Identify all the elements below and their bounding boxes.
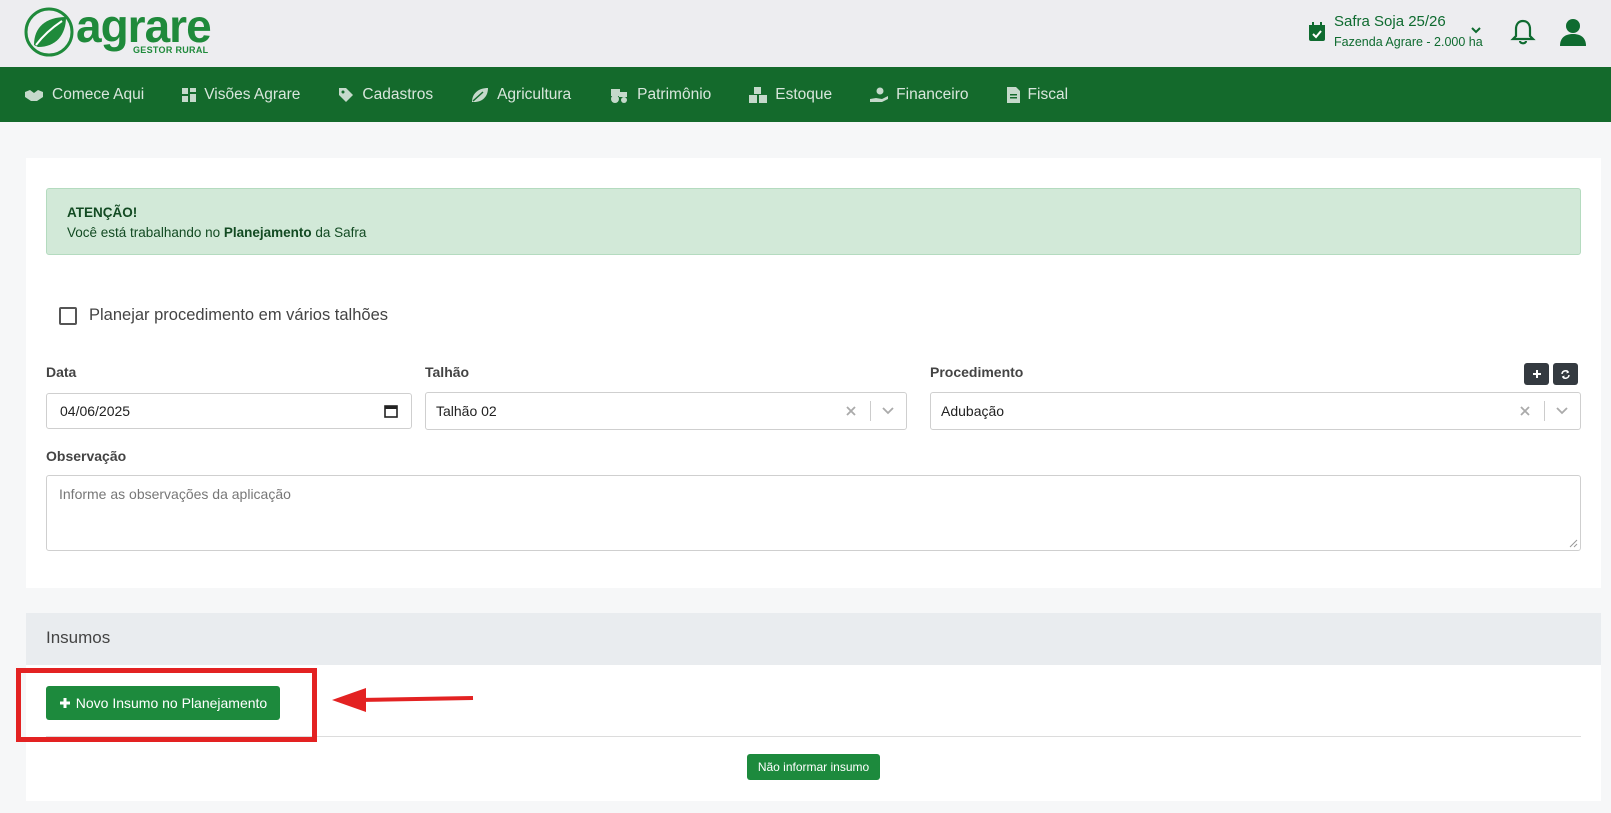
dashboard-grid-icon	[182, 87, 197, 102]
annotation-arrow-icon	[332, 688, 474, 712]
notes-placeholder: Informe as observações da aplicação	[59, 486, 291, 502]
nav-item-cadastros[interactable]: Cadastros	[338, 86, 433, 104]
chevron-down-icon[interactable]	[1555, 405, 1569, 417]
nav-label: Patrimônio	[637, 85, 712, 103]
calendar-check-icon	[1309, 22, 1325, 41]
nav-item-agricultura[interactable]: Agricultura	[471, 86, 571, 104]
nav-item-patrimonio[interactable]: Patrimônio	[609, 86, 711, 104]
tractor-icon	[611, 88, 628, 103]
notes-label: Observação	[46, 448, 127, 464]
nav-label: Fiscal	[1027, 85, 1069, 103]
nav-item-fiscal[interactable]: Fiscal	[1006, 85, 1069, 104]
date-label: Data	[46, 364, 77, 380]
top-header: agrare GESTOR RURAL Safra Soja 25/26 Faz…	[0, 0, 1611, 67]
nav-label: Financeiro	[896, 85, 969, 103]
skip-insumo-button[interactable]: Não informar insumo	[747, 754, 880, 780]
planning-form-card: ATENÇÃO! Você está trabalhando no Planej…	[26, 158, 1601, 588]
alert-text-pre: Você está trabalhando no	[67, 225, 224, 240]
plus-icon	[1532, 370, 1541, 378]
nav-label: Estoque	[775, 85, 833, 103]
chevron-down-icon[interactable]	[881, 405, 895, 417]
nav-item-comece-aqui[interactable]: Comece Aqui	[24, 86, 144, 104]
insumos-section-header: Insumos	[26, 613, 1601, 665]
add-procedure-button[interactable]	[1524, 363, 1549, 385]
nav-label: Comece Aqui	[52, 85, 145, 103]
tags-icon	[339, 87, 354, 102]
notes-textarea[interactable]: Informe as observações da aplicação	[46, 475, 1581, 551]
multi-plots-label: Planejar procedimento em vários talhões	[89, 306, 388, 324]
skip-insumo-label: Não informar insumo	[757, 760, 870, 774]
procedure-label: Procedimento	[930, 364, 1024, 380]
date-input[interactable]: 04/06/2025	[46, 393, 412, 429]
user-avatar-icon[interactable]	[1558, 17, 1588, 47]
safra-selector[interactable]: Safra Soja 25/26 Fazenda Agrare - 2.000 …	[1308, 12, 1488, 52]
agrare-logo[interactable]: agrare GESTOR RURAL	[24, 0, 226, 58]
logo-text: agrare GESTOR RURAL	[76, 0, 226, 57]
nav-item-estoque[interactable]: Estoque	[749, 86, 832, 104]
plot-value: Talhão 02	[436, 403, 497, 419]
annotation-highlight-box	[16, 668, 317, 742]
resize-handle-icon[interactable]	[1569, 539, 1578, 548]
alert-title: ATENÇÃO!	[67, 205, 138, 220]
alert-text-bold: Planejamento	[223, 225, 312, 240]
nav-label: Cadastros	[362, 85, 434, 103]
hand-money-icon	[870, 87, 889, 102]
alert-text: Você está trabalhando no Planejamento da…	[67, 223, 1560, 243]
alert-text-post: da Safra	[311, 225, 367, 240]
invoice-icon	[1006, 86, 1020, 103]
select-separator	[870, 401, 871, 421]
planning-alert: ATENÇÃO! Você está trabalhando no Planej…	[46, 188, 1581, 255]
sync-icon	[1561, 369, 1570, 379]
nav-item-visoes-agrare[interactable]: Visões Agrare	[182, 86, 300, 104]
nav-label: Agricultura	[497, 85, 572, 103]
clear-icon[interactable]	[1518, 404, 1532, 418]
leaf-logo-icon	[24, 7, 74, 57]
plot-label: Talhão	[425, 364, 470, 380]
date-value: 04/06/2025	[60, 403, 131, 419]
boxes-icon	[749, 86, 768, 103]
procedure-value: Adubação	[941, 403, 1005, 419]
main-navbar: Comece Aqui Visões Agrare Cadastros Agri…	[0, 67, 1611, 122]
insumos-title: Insumos	[46, 628, 111, 647]
nav-item-financeiro[interactable]: Financeiro	[870, 85, 969, 104]
multi-plots-checkbox-row[interactable]: Planejar procedimento em vários talhões	[59, 306, 388, 325]
multi-plots-checkbox[interactable]	[59, 306, 77, 325]
logo-subtitle: GESTOR RURAL	[133, 45, 209, 55]
plot-select[interactable]: Talhão 02	[425, 392, 907, 430]
chevron-down-icon	[1471, 27, 1481, 34]
clear-icon[interactable]	[844, 404, 858, 418]
leaf-icon	[472, 87, 489, 102]
safra-farm: Fazenda Agrare - 2.000 ha	[1334, 35, 1483, 49]
refresh-procedure-button[interactable]	[1553, 363, 1578, 385]
calendar-icon[interactable]	[384, 404, 398, 418]
safra-title: Safra Soja 25/26	[1334, 13, 1446, 30]
handshake-icon	[25, 89, 43, 101]
procedure-select[interactable]: Adubação	[930, 392, 1581, 430]
nav-label: Visões Agrare	[204, 85, 301, 103]
select-separator	[1544, 401, 1545, 421]
notification-bell-icon[interactable]	[1510, 18, 1536, 46]
